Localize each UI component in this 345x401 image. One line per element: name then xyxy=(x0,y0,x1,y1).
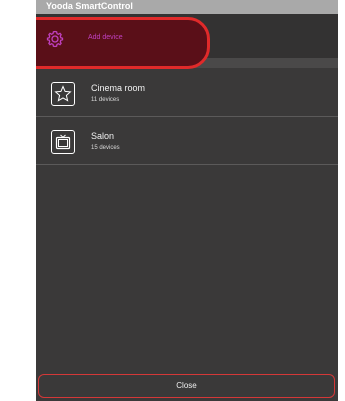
add-device-label: Add device xyxy=(88,34,123,41)
title-bar: Yooda SmartControl xyxy=(36,0,338,14)
room-item-cinema-room[interactable]: Cinema room 11 devices xyxy=(36,76,338,117)
close-button[interactable]: Close xyxy=(38,374,335,398)
room-name: Cinema room xyxy=(91,83,146,93)
room-device-count: 15 devices xyxy=(91,145,120,151)
window-title: Yooda SmartControl xyxy=(46,1,133,11)
room-name: Salon xyxy=(91,131,115,141)
gear-icon xyxy=(45,29,65,49)
room-device-count: 11 devices xyxy=(91,97,120,103)
room-item-salon[interactable]: Salon 15 devices xyxy=(36,124,338,165)
dialog-panel: Yooda SmartControl Add device Cinema roo… xyxy=(36,0,338,401)
star-icon xyxy=(51,82,75,106)
tv-icon xyxy=(51,130,75,154)
